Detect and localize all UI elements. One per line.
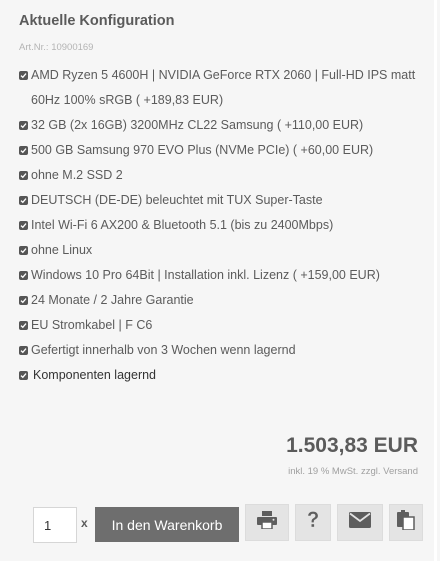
add-to-cart-button[interactable]: In den Warenkorb — [95, 507, 239, 542]
configuration-panel: Aktuelle Konfiguration Art.Nr.: 10900169… — [0, 0, 437, 561]
feature-item: 24 Monate / 2 Jahre Garantie — [19, 288, 419, 313]
feature-item: ohne M.2 SSD 2 — [19, 163, 419, 188]
feature-text: 24 Monate / 2 Jahre Garantie — [31, 293, 194, 307]
check-icon — [19, 121, 28, 130]
check-icon — [19, 196, 28, 205]
clipboard-icon — [397, 510, 415, 535]
email-button[interactable] — [337, 504, 383, 541]
quantity-input[interactable] — [33, 507, 77, 543]
feature-item: EU Stromkabel | F C6 — [19, 313, 419, 338]
feature-text: Intel Wi-Fi 6 AX200 & Bluetooth 5.1 (bis… — [31, 218, 334, 232]
feature-item: 500 GB Samsung 970 EVO Plus (NVMe PCIe) … — [19, 138, 419, 163]
check-icon — [19, 221, 28, 230]
check-icon — [19, 71, 28, 80]
feature-text: ohne Linux — [31, 243, 93, 257]
feature-item: DEUTSCH (DE-DE) beleuchtet mit TUX Super… — [19, 188, 419, 213]
check-icon — [19, 271, 28, 280]
envelope-icon — [349, 512, 371, 533]
check-icon — [19, 346, 28, 355]
feature-text: EU Stromkabel | F C6 — [31, 318, 153, 332]
feature-text: Gefertigt innerhalb von 3 Wochen wenn la… — [31, 343, 296, 357]
total-price: 1.503,83 EUR — [286, 434, 418, 457]
feature-text: 32 GB (2x 16GB) 3200MHz CL22 Samsung ( +… — [31, 118, 364, 132]
check-icon — [19, 146, 28, 155]
feature-item: 32 GB (2x 16GB) 3200MHz CL22 Samsung ( +… — [19, 113, 419, 138]
feature-text: 500 GB Samsung 970 EVO Plus (NVMe PCIe) … — [31, 143, 374, 157]
print-button[interactable] — [245, 504, 289, 541]
feature-text: AMD Ryzen 5 4600H | NVIDIA GeForce RTX 2… — [31, 68, 416, 107]
feature-text: ohne M.2 SSD 2 — [31, 168, 123, 182]
print-icon — [257, 511, 277, 534]
feature-text: DEUTSCH (DE-DE) beleuchtet mit TUX Super… — [31, 193, 323, 207]
feature-item: Komponenten lagernd — [19, 363, 419, 388]
clipboard-button[interactable] — [389, 504, 423, 541]
vat-note: inkl. 19 % MwSt. zzgl. Versand — [288, 466, 418, 477]
question-icon — [307, 511, 319, 534]
config-title: Aktuelle Konfiguration — [19, 13, 175, 29]
article-number: Art.Nr.: 10900169 — [19, 42, 94, 53]
check-icon — [19, 246, 28, 255]
feature-item: Intel Wi-Fi 6 AX200 & Bluetooth 5.1 (bis… — [19, 213, 419, 238]
check-icon — [19, 321, 28, 330]
feature-text: Windows 10 Pro 64Bit | Installation inkl… — [31, 268, 380, 282]
feature-item: Windows 10 Pro 64Bit | Installation inkl… — [19, 263, 419, 288]
check-icon — [19, 371, 28, 380]
feature-item: ohne Linux — [19, 238, 419, 263]
question-button[interactable] — [295, 504, 331, 541]
feature-list: AMD Ryzen 5 4600H | NVIDIA GeForce RTX 2… — [19, 63, 419, 388]
feature-text: Komponenten lagernd — [33, 368, 157, 382]
feature-item: AMD Ryzen 5 4600H | NVIDIA GeForce RTX 2… — [19, 63, 419, 113]
check-icon — [19, 296, 28, 305]
times-label: x — [81, 516, 88, 530]
feature-item: Gefertigt innerhalb von 3 Wochen wenn la… — [19, 338, 419, 363]
check-icon — [19, 171, 28, 180]
